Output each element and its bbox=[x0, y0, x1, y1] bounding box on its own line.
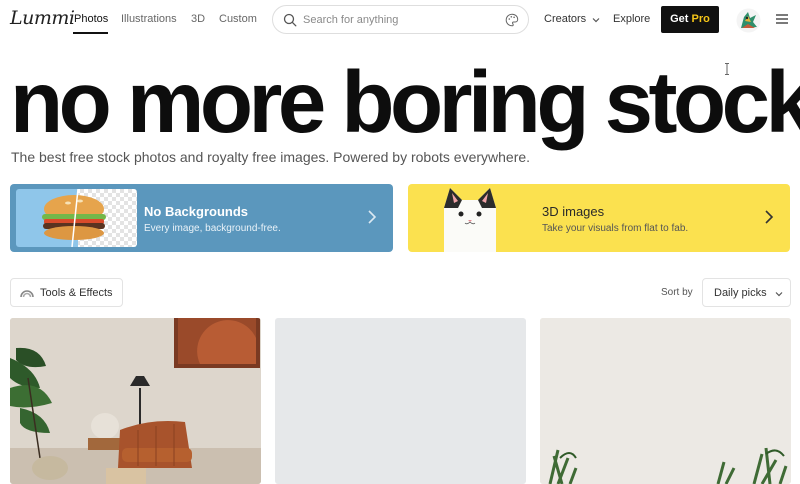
gallery-photo-plants[interactable] bbox=[540, 318, 791, 484]
search-bar[interactable] bbox=[272, 5, 529, 34]
explore-link[interactable]: Explore bbox=[613, 13, 650, 25]
promo-title: No Backgrounds bbox=[144, 204, 249, 219]
lummi-logo[interactable]: Lummi bbox=[10, 6, 75, 32]
chevron-right-icon bbox=[765, 210, 774, 224]
promo-card-3d-images[interactable]: 3D images Take your visuals from flat to… bbox=[408, 184, 790, 252]
rainbow-icon bbox=[20, 290, 34, 298]
promo-title: 3D images bbox=[542, 204, 605, 219]
search-input[interactable] bbox=[303, 12, 503, 28]
tab-3d[interactable]: 3D bbox=[191, 13, 205, 25]
chevron-down-icon[interactable] bbox=[591, 15, 601, 25]
user-avatar[interactable] bbox=[736, 8, 761, 33]
get-pro-button[interactable]: Get Pro bbox=[661, 6, 719, 33]
hamburger-menu-icon[interactable] bbox=[775, 13, 789, 25]
text-cursor-icon bbox=[725, 63, 729, 75]
top-navbar: Lummi Photos Illustrations 3D Custom Cre… bbox=[0, 0, 800, 40]
color-palette-icon[interactable] bbox=[505, 13, 519, 27]
tools-effects-label: Tools & Effects bbox=[40, 287, 113, 299]
tab-illustrations[interactable]: Illustrations bbox=[121, 13, 177, 25]
3d-cat-illustration bbox=[444, 188, 496, 252]
get-pro-label-get: Get bbox=[670, 13, 689, 25]
gallery-photo-living-room[interactable] bbox=[10, 318, 261, 484]
get-pro-label-pro: Pro bbox=[691, 13, 710, 25]
promo-card-no-backgrounds[interactable]: No Backgrounds Every image, background-f… bbox=[10, 184, 393, 252]
burger-thumbnail bbox=[16, 189, 137, 247]
active-tab-indicator bbox=[73, 32, 108, 34]
search-icon bbox=[283, 13, 297, 27]
chevron-right-icon bbox=[368, 210, 377, 224]
chevron-down-icon bbox=[775, 292, 783, 297]
promo-description: Take your visuals from flat to fab. bbox=[542, 223, 689, 234]
sort-dropdown[interactable]: Daily picks bbox=[702, 278, 791, 307]
tools-effects-button[interactable]: Tools & Effects bbox=[10, 278, 123, 307]
logo-text: Lummi bbox=[10, 7, 75, 29]
sort-dropdown-value: Daily picks bbox=[714, 287, 767, 299]
tab-photos[interactable]: Photos bbox=[74, 13, 108, 25]
creators-menu[interactable]: Creators bbox=[544, 13, 586, 25]
tab-custom[interactable]: Custom bbox=[219, 13, 257, 25]
hero-headline: no more boring stock bbox=[10, 54, 800, 151]
gallery-photo-loading[interactable] bbox=[275, 318, 526, 484]
sort-by-label: Sort by bbox=[661, 287, 693, 298]
promo-description: Every image, background-free. bbox=[144, 223, 281, 234]
hero-subheading: The best free stock photos and royalty f… bbox=[11, 149, 531, 165]
